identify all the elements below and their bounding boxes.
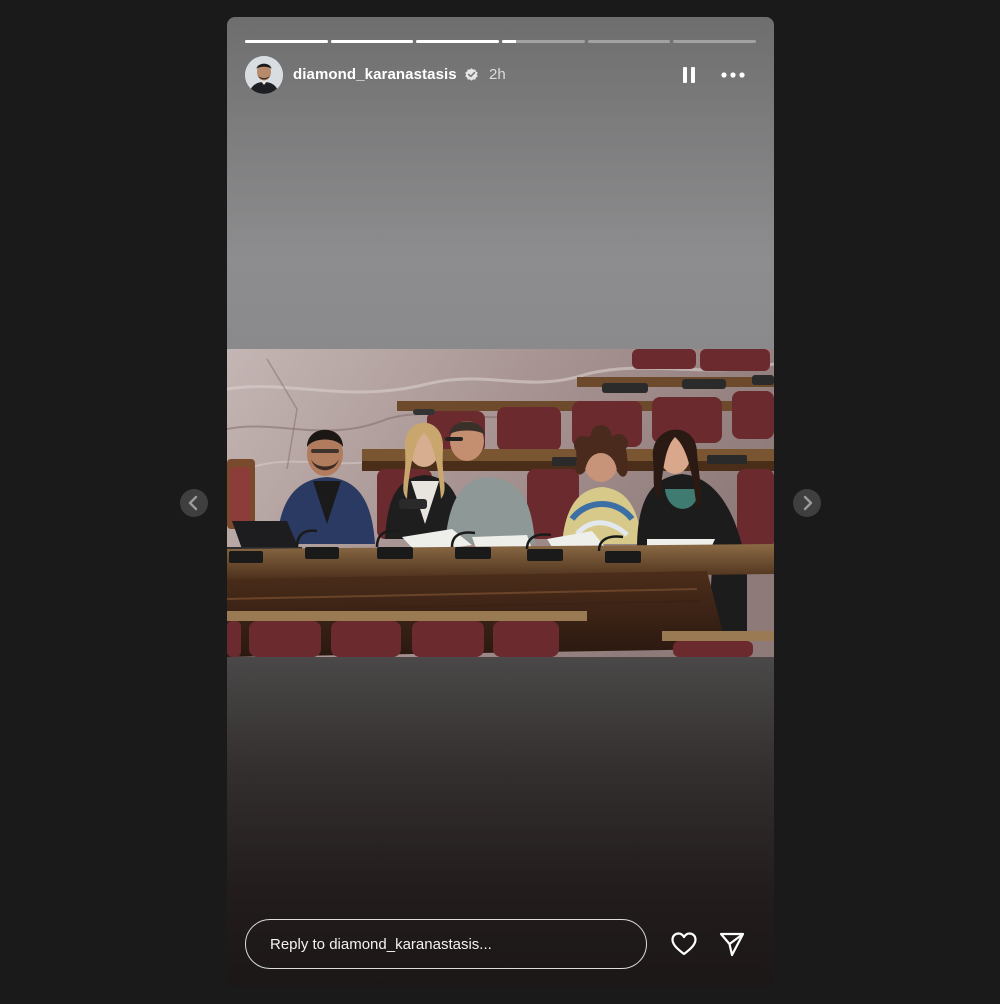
share-button[interactable]	[718, 930, 746, 958]
story-card[interactable]: diamond_karanastasis 2h Reply to diamond…	[227, 17, 774, 987]
pause-icon	[683, 67, 695, 83]
more-horizontal-icon	[721, 72, 745, 78]
heart-outline-icon	[671, 932, 697, 956]
parliament-chamber-photo	[227, 349, 774, 657]
verified-badge-icon	[465, 68, 478, 81]
progress-segment-fill	[416, 40, 500, 43]
story-viewer: diamond_karanastasis 2h Reply to diamond…	[0, 0, 1000, 1004]
progress-segment-fill	[330, 40, 414, 43]
next-story-button[interactable]	[793, 489, 821, 517]
progress-segment	[673, 40, 757, 43]
progress-segment	[587, 40, 671, 43]
progress-segment-fill	[245, 40, 328, 43]
paper-plane-icon	[719, 932, 745, 957]
like-button[interactable]	[670, 930, 698, 958]
story-header: diamond_karanastasis 2h	[245, 56, 756, 94]
pause-button[interactable]	[678, 64, 700, 86]
more-options-button[interactable]	[719, 64, 747, 86]
story-timestamp: 2h	[489, 66, 506, 83]
progress-segment	[330, 40, 414, 43]
previous-story-button[interactable]	[180, 489, 208, 517]
progress-segment	[416, 40, 500, 43]
chevron-left-icon	[188, 495, 198, 511]
progress-segment	[502, 40, 585, 43]
story-photo	[227, 349, 774, 657]
avatar[interactable]	[245, 56, 283, 94]
progress-segment	[245, 40, 328, 43]
profile-photo	[245, 56, 283, 94]
reply-placeholder: Reply to diamond_karanastasis...	[270, 935, 492, 953]
reply-input[interactable]: Reply to diamond_karanastasis...	[245, 919, 647, 969]
story-progress-bar	[245, 40, 757, 43]
progress-segment-fill	[502, 40, 517, 43]
story-username[interactable]: diamond_karanastasis	[293, 66, 457, 83]
chevron-right-icon	[803, 495, 813, 511]
